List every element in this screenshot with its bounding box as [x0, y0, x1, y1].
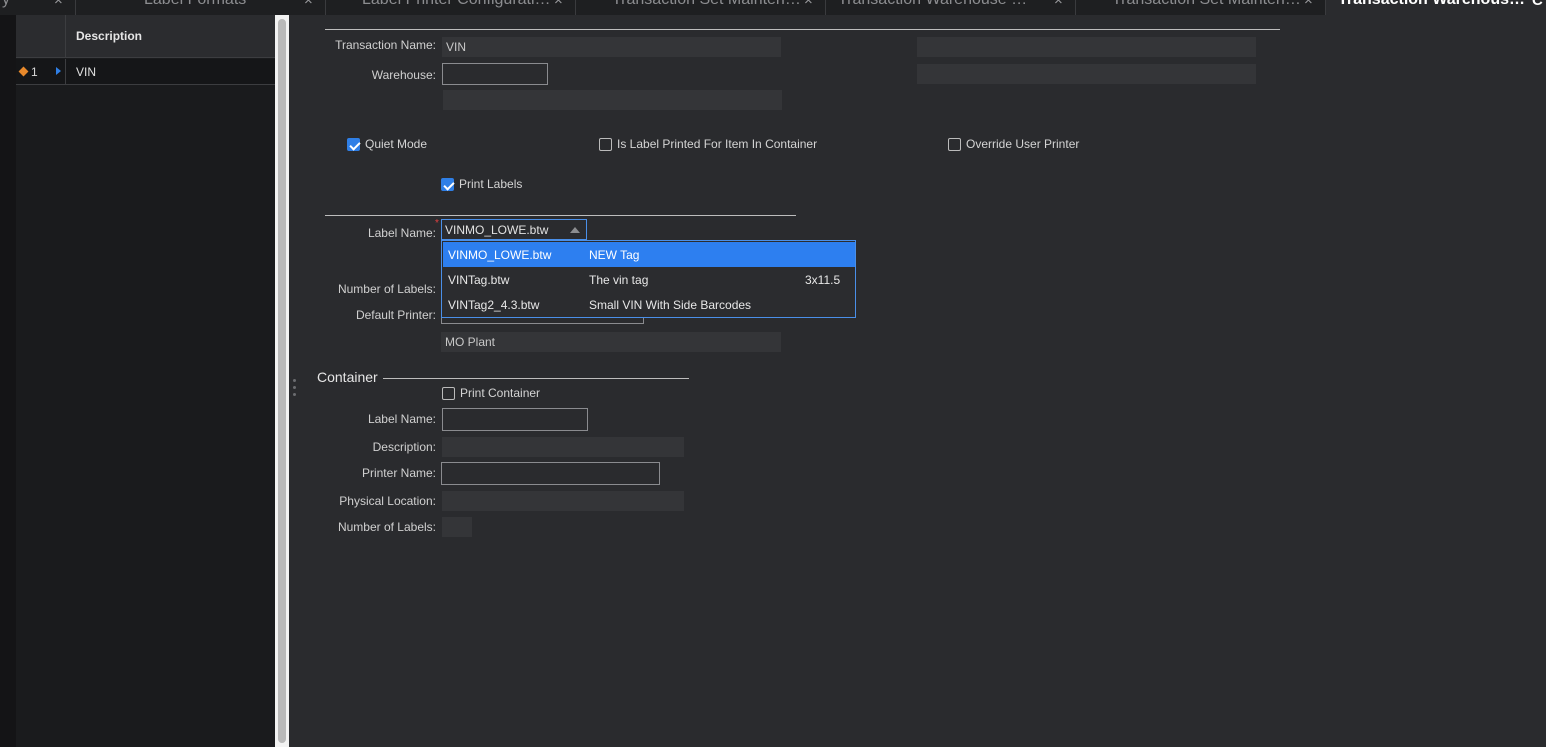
- plant-field: MO Plant: [441, 332, 781, 352]
- warehouse-extra-field: [917, 64, 1256, 84]
- tab-0[interactable]: y ×: [0, 0, 76, 15]
- current-row-arrow-icon: [56, 67, 61, 75]
- container-label-name-label: Label Name:: [367, 412, 436, 426]
- row-number-header: [16, 15, 66, 58]
- option-name: VINTag2_4.3.btw: [448, 298, 540, 312]
- record-list-panel: [0, 15, 275, 747]
- tab-transaction-set-maintenance-2[interactable]: Transaction Set Mainten… ×: [1076, 0, 1326, 15]
- tab-transaction-warehouse-active[interactable]: Transaction Warehous… C: [1326, 0, 1546, 15]
- warehouse-description-field: [443, 90, 782, 110]
- grip-dot-icon: [293, 379, 296, 382]
- quiet-mode-checkbox[interactable]: [347, 138, 360, 151]
- tab-label-printer-configuration[interactable]: Label Printer Configurati… ×: [326, 0, 576, 15]
- container-description-field: [442, 437, 684, 457]
- warehouse-input[interactable]: [442, 63, 548, 85]
- option-name: VINMO_LOWE.btw: [448, 248, 552, 262]
- number-of-labels-label: Number of Labels:: [337, 282, 436, 296]
- tab-label: Transaction Set Mainten…: [612, 0, 801, 9]
- container-printer-name-label: Printer Name:: [361, 466, 436, 480]
- option-description: NEW Tag: [589, 248, 640, 262]
- dropdown-arrow-icon[interactable]: [570, 227, 580, 233]
- print-container-checkbox[interactable]: [442, 387, 455, 400]
- row-number-cell: 1: [16, 59, 66, 85]
- print-labels-checkbox[interactable]: [441, 178, 454, 191]
- container-printer-name-input[interactable]: [441, 462, 660, 485]
- option-description: Small VIN With Side Barcodes: [589, 298, 752, 312]
- print-labels-label[interactable]: Print Labels: [459, 177, 522, 191]
- transaction-extra-field: [917, 37, 1256, 57]
- close-icon[interactable]: ×: [554, 0, 563, 9]
- quiet-mode-label[interactable]: Quiet Mode: [365, 137, 427, 151]
- container-number-of-labels-field: [442, 517, 472, 537]
- tab-label: y: [2, 0, 10, 9]
- list-item[interactable]: VINTag.btw The vin tag 3x11.5: [443, 267, 855, 292]
- top-divider: [325, 29, 1280, 30]
- list-gutter: [0, 15, 16, 747]
- labels-divider: [325, 215, 796, 216]
- grip-dot-icon: [293, 386, 296, 389]
- physical-location-label: Physical Location:: [339, 494, 436, 508]
- grip-dot-icon: [293, 393, 296, 396]
- required-marker: *: [435, 218, 439, 229]
- container-label-name-input[interactable]: [442, 408, 588, 431]
- tab-label: Transaction Set Mainten…: [1112, 0, 1301, 9]
- modified-marker-icon: [18, 66, 29, 77]
- tab-label: Label Printer Configurati…: [362, 0, 551, 9]
- label-name-combobox[interactable]: VINMO_LOWE.btw: [441, 219, 587, 240]
- option-size: 3x11.5: [805, 273, 841, 287]
- print-container-label[interactable]: Print Container: [460, 386, 540, 400]
- row-number: 1: [31, 65, 38, 79]
- close-icon[interactable]: ×: [304, 0, 313, 9]
- physical-location-field: [442, 491, 684, 511]
- tab-label: Transaction Warehouse …: [838, 0, 1027, 9]
- description-cell: VIN: [76, 65, 97, 79]
- tab-bar: y × Label Formats × Label Printer Config…: [0, 0, 1546, 15]
- tab-transaction-set-maintenance[interactable]: Transaction Set Mainten… ×: [576, 0, 826, 15]
- close-icon[interactable]: ×: [1054, 0, 1063, 9]
- description-column-header[interactable]: Description: [76, 29, 142, 43]
- default-printer-label: Default Printer:: [355, 308, 436, 322]
- table-row[interactable]: 1 VIN: [16, 59, 275, 85]
- close-icon[interactable]: ×: [804, 0, 813, 9]
- list-item[interactable]: VINMO_LOWE.btw NEW Tag: [443, 242, 855, 267]
- grid-header: Description: [16, 15, 275, 58]
- container-divider: [383, 378, 689, 379]
- container-section-title: Container: [317, 369, 378, 385]
- warehouse-label: Warehouse:: [371, 68, 436, 82]
- label-name-dropdown-list: VINMO_LOWE.btw NEW Tag VINTag.btw The vi…: [441, 240, 856, 318]
- option-description: The vin tag: [589, 273, 649, 287]
- container-description-label: Description:: [372, 440, 436, 454]
- tab-transaction-warehouse[interactable]: Transaction Warehouse … ×: [826, 0, 1076, 15]
- is-label-printed-checkbox[interactable]: [599, 138, 612, 151]
- override-user-printer-checkbox[interactable]: [948, 138, 961, 151]
- tab-label-formats[interactable]: Label Formats ×: [76, 0, 326, 15]
- tab-label: Label Formats: [144, 0, 246, 9]
- close-icon[interactable]: C: [1532, 0, 1543, 9]
- list-item[interactable]: VINTag2_4.3.btw Small VIN With Side Barc…: [443, 292, 855, 317]
- label-name-label: Label Name:: [367, 226, 436, 240]
- splitter-handle[interactable]: [278, 19, 286, 743]
- tab-label: Transaction Warehous…: [1338, 0, 1525, 9]
- label-name-value: VINMO_LOWE.btw: [445, 223, 549, 237]
- option-name: VINTag.btw: [448, 273, 510, 287]
- transaction-name-label: Transaction Name:: [335, 38, 436, 52]
- close-icon[interactable]: ×: [54, 0, 63, 9]
- override-user-printer-label[interactable]: Override User Printer: [966, 137, 1079, 151]
- transaction-name-field[interactable]: VIN: [442, 37, 781, 57]
- container-number-of-labels-label: Number of Labels:: [337, 520, 436, 534]
- panel-splitter[interactable]: [275, 15, 289, 747]
- is-label-printed-label[interactable]: Is Label Printed For Item In Container: [617, 137, 817, 151]
- close-icon[interactable]: ×: [1304, 0, 1313, 9]
